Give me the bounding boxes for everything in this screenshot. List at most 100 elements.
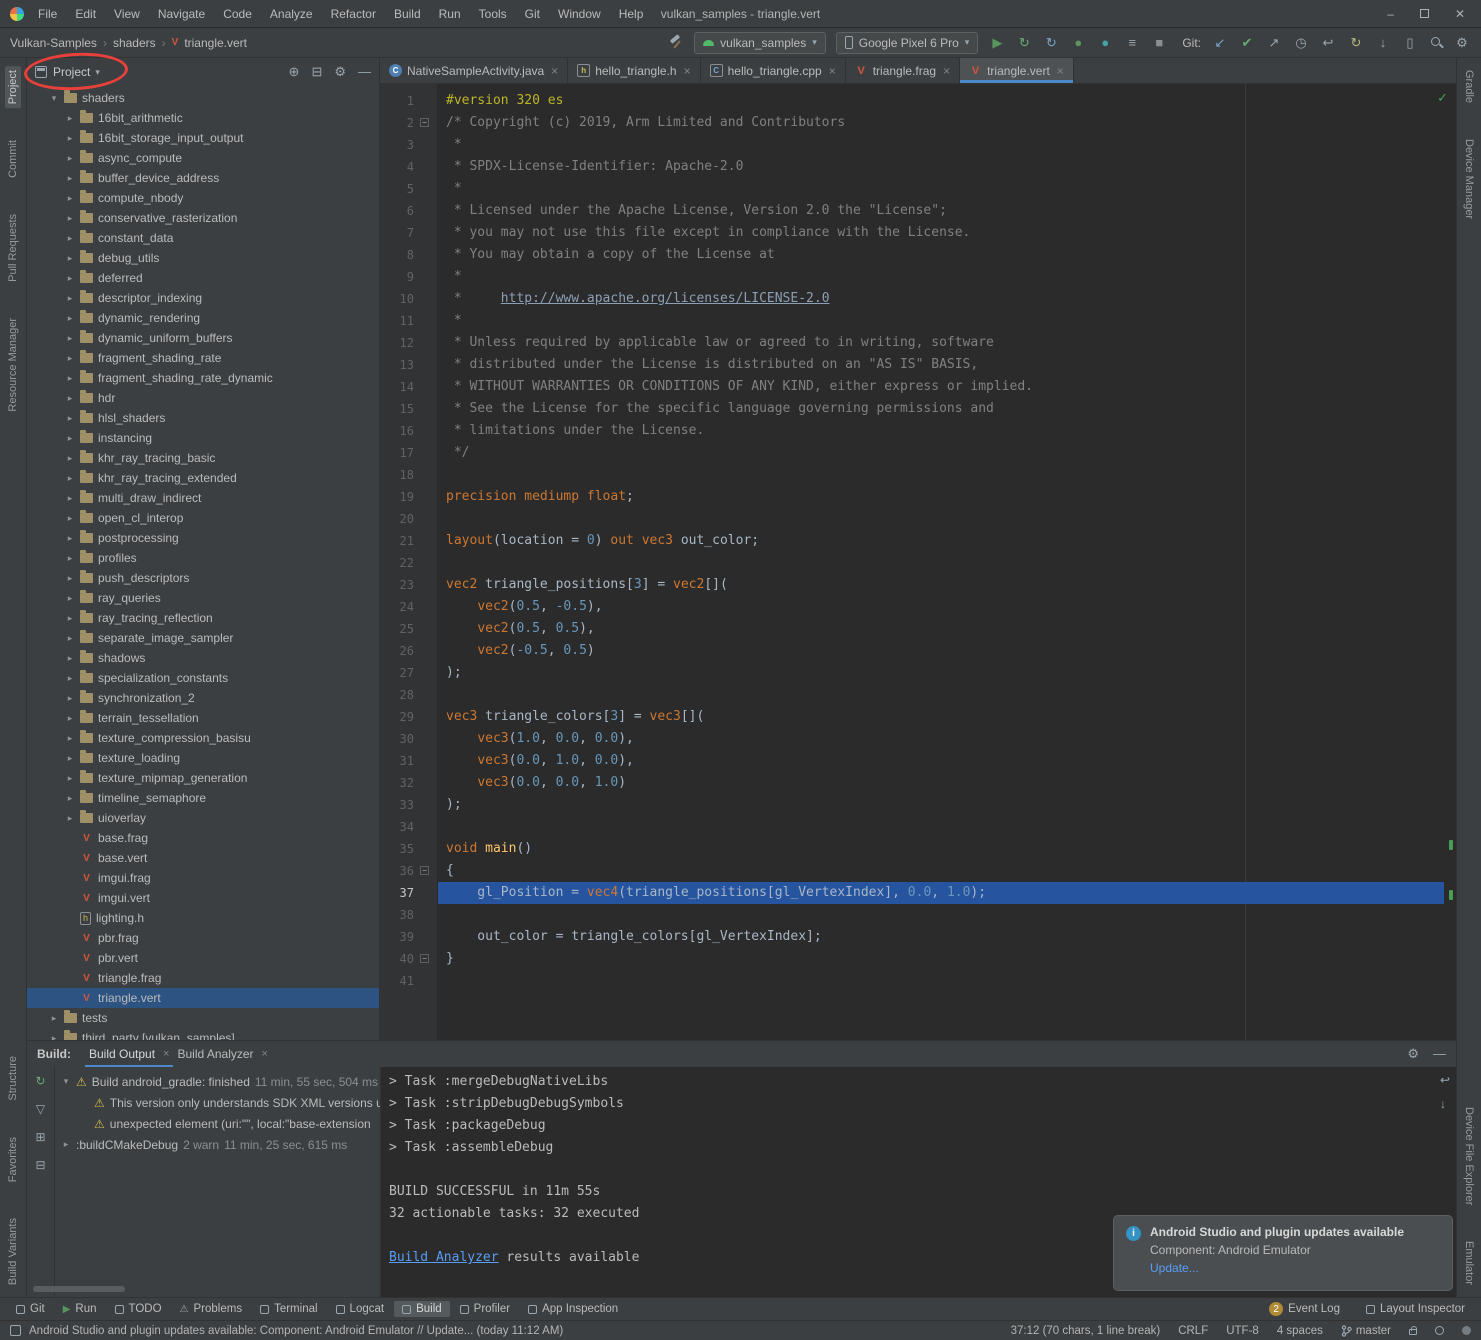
locate-file-icon[interactable]: ⊕ xyxy=(289,64,300,80)
project-tree-item[interactable]: ▸texture_mipmap_generation xyxy=(27,768,379,788)
gutter-line-28[interactable]: 28 xyxy=(380,684,438,706)
project-tree-item[interactable]: Vbase.frag xyxy=(27,828,379,848)
gutter-line-1[interactable]: 1 xyxy=(380,90,438,112)
push-icon[interactable]: ↗ xyxy=(1265,34,1283,52)
build-settings-icon[interactable]: ⚙ xyxy=(1407,1046,1419,1062)
run-icon[interactable]: ▶ xyxy=(988,34,1006,52)
breadcrumb-project[interactable]: Vulkan-Samples xyxy=(10,36,97,50)
gutter-line-18[interactable]: 18 xyxy=(380,464,438,486)
menu-item-refactor[interactable]: Refactor xyxy=(323,4,384,24)
gutter-line-39[interactable]: 39 xyxy=(380,926,438,948)
rerun-build-icon[interactable]: ↻ xyxy=(33,1073,49,1089)
project-tree-item[interactable]: Vtriangle.frag xyxy=(27,968,379,988)
gutter-line-9[interactable]: 9 xyxy=(380,266,438,288)
project-tree-item[interactable]: ▸hlsl_shaders xyxy=(27,408,379,428)
menu-item-code[interactable]: Code xyxy=(215,4,260,24)
tool-stripe-structure[interactable]: Structure xyxy=(5,1052,21,1105)
readonly-lock-icon[interactable] xyxy=(1409,1329,1417,1335)
tab-NativeSampleActivity-java[interactable]: CNativeSampleActivity.java× xyxy=(380,58,568,83)
toolwindow-button-todo[interactable]: TODO xyxy=(107,1301,170,1317)
project-tree-item[interactable]: ▸conservative_rasterization xyxy=(27,208,379,228)
collapse-all-icon[interactable]: ⊟ xyxy=(311,64,322,80)
gutter-line-7[interactable]: 7 xyxy=(380,222,438,244)
status-message[interactable]: Android Studio and plugin updates availa… xyxy=(29,1325,563,1337)
project-tree-item[interactable]: ▸texture_compression_basisu xyxy=(27,728,379,748)
project-tree-item[interactable]: ▸profiles xyxy=(27,548,379,568)
encoding-indicator[interactable]: UTF-8 xyxy=(1226,1325,1259,1337)
breadcrumb-folder[interactable]: shaders xyxy=(113,36,156,50)
menu-item-window[interactable]: Window xyxy=(550,4,609,24)
gutter-line-41[interactable]: 41 xyxy=(380,970,438,992)
tool-stripe-gradle[interactable]: Gradle xyxy=(1461,66,1477,107)
project-tree-item[interactable]: ▸open_cl_interop xyxy=(27,508,379,528)
project-tree-item[interactable]: ▸16bit_arithmetic xyxy=(27,108,379,128)
tool-stripe-commit[interactable]: Commit xyxy=(5,136,21,182)
soft-wrap-icon[interactable]: ↩ xyxy=(1440,1073,1450,1087)
collapse-all-icon[interactable]: ⊟ xyxy=(33,1157,49,1173)
project-tree-item[interactable]: ▸instancing xyxy=(27,428,379,448)
panel-settings-icon[interactable]: ⚙ xyxy=(334,64,346,80)
project-tree-item[interactable]: ▸fragment_shading_rate xyxy=(27,348,379,368)
gutter-line-22[interactable]: 22 xyxy=(380,552,438,574)
gutter-line-13[interactable]: 13 xyxy=(380,354,438,376)
project-tree-item[interactable]: ▸khr_ray_tracing_basic xyxy=(27,448,379,468)
project-tree-item[interactable]: ▸tests xyxy=(27,1008,379,1028)
gradle-sync-icon[interactable]: ↻ xyxy=(1347,34,1365,52)
gutter-line-11[interactable]: 11 xyxy=(380,310,438,332)
minimize-window-icon[interactable]: – xyxy=(1387,7,1394,21)
indent-indicator[interactable]: 4 spaces xyxy=(1277,1325,1323,1337)
git-branch-indicator[interactable]: master xyxy=(1341,1325,1391,1337)
close-tab-icon[interactable]: × xyxy=(551,64,558,78)
menu-item-tools[interactable]: Tools xyxy=(471,4,515,24)
project-tree-item[interactable]: Vimgui.frag xyxy=(27,868,379,888)
project-tree-item[interactable]: ▸16bit_storage_input_output xyxy=(27,128,379,148)
rollback-icon[interactable]: ↩ xyxy=(1319,34,1337,52)
profile-icon[interactable]: ● xyxy=(1096,34,1114,52)
gutter-line-31[interactable]: 31 xyxy=(380,750,438,772)
tool-stripe-device-file-explorer[interactable]: Device File Explorer xyxy=(1461,1103,1477,1209)
tool-stripe-emulator[interactable]: Emulator xyxy=(1461,1237,1477,1289)
gutter-line-35[interactable]: 35 xyxy=(380,838,438,860)
close-tab-icon[interactable]: × xyxy=(1057,64,1064,78)
toolwindow-button-profiler[interactable]: Profiler xyxy=(452,1301,518,1317)
close-tab-icon[interactable]: × xyxy=(943,64,950,78)
toolwindow-button-event-log[interactable]: 2Event Log xyxy=(1261,1300,1348,1318)
hide-build-panel-icon[interactable]: — xyxy=(1433,1046,1446,1062)
tool-stripe-build-variants[interactable]: Build Variants xyxy=(5,1214,21,1289)
indicator-icon[interactable] xyxy=(1435,1326,1444,1335)
build-tab-build-output[interactable]: Build Output× xyxy=(85,1041,173,1067)
project-tree-item[interactable]: Vpbr.frag xyxy=(27,928,379,948)
project-tree-item[interactable]: ▸multi_draw_indirect xyxy=(27,488,379,508)
project-tree-item[interactable]: ▸dynamic_uniform_buffers xyxy=(27,328,379,348)
project-tree-item[interactable]: ▸async_compute xyxy=(27,148,379,168)
gutter-line-8[interactable]: 8 xyxy=(380,244,438,266)
project-tree-item[interactable]: ▸separate_image_sampler xyxy=(27,628,379,648)
project-tree-item[interactable]: Vpbr.vert xyxy=(27,948,379,968)
project-tree-item[interactable]: Vtriangle.vert xyxy=(27,988,379,1008)
gutter-line-24[interactable]: 24 xyxy=(380,596,438,618)
gutter-line-12[interactable]: 12 xyxy=(380,332,438,354)
gutter-line-15[interactable]: 15 xyxy=(380,398,438,420)
scroll-to-end-icon[interactable]: ↓ xyxy=(1440,1097,1450,1111)
tab-hello_triangle-h[interactable]: hhello_triangle.h× xyxy=(568,58,700,83)
build-tree-item[interactable]: ▾⚠Build android_gradle: finished 11 min,… xyxy=(55,1071,380,1092)
toolwindow-button-build[interactable]: Build xyxy=(394,1301,450,1317)
editor[interactable]: 1#version 320 es2−/* Copyright (c) 2019,… xyxy=(380,84,1456,1040)
close-tab-icon[interactable]: × xyxy=(262,1048,268,1060)
stop-icon[interactable]: ■ xyxy=(1150,34,1168,52)
gutter-line-34[interactable]: 34 xyxy=(380,816,438,838)
update-project-icon[interactable]: ↙ xyxy=(1211,34,1229,52)
project-tree-item[interactable]: ▸buffer_device_address xyxy=(27,168,379,188)
history-icon[interactable]: ◷ xyxy=(1292,34,1310,52)
gutter-line-21[interactable]: 21 xyxy=(380,530,438,552)
gutter-line-6[interactable]: 6 xyxy=(380,200,438,222)
toolwindow-button-run[interactable]: ▶Run xyxy=(55,1301,105,1317)
gutter-line-38[interactable]: 38 xyxy=(380,904,438,926)
apply-changes-icon[interactable]: ↻ xyxy=(1015,34,1033,52)
project-tree-item[interactable]: Vbase.vert xyxy=(27,848,379,868)
gutter-line-2[interactable]: 2− xyxy=(380,112,438,134)
gutter-line-4[interactable]: 4 xyxy=(380,156,438,178)
maximize-window-icon[interactable] xyxy=(1420,9,1429,18)
chevron-icon[interactable]: ▾ xyxy=(61,1076,71,1087)
tool-stripe-project[interactable]: Project xyxy=(5,66,21,108)
